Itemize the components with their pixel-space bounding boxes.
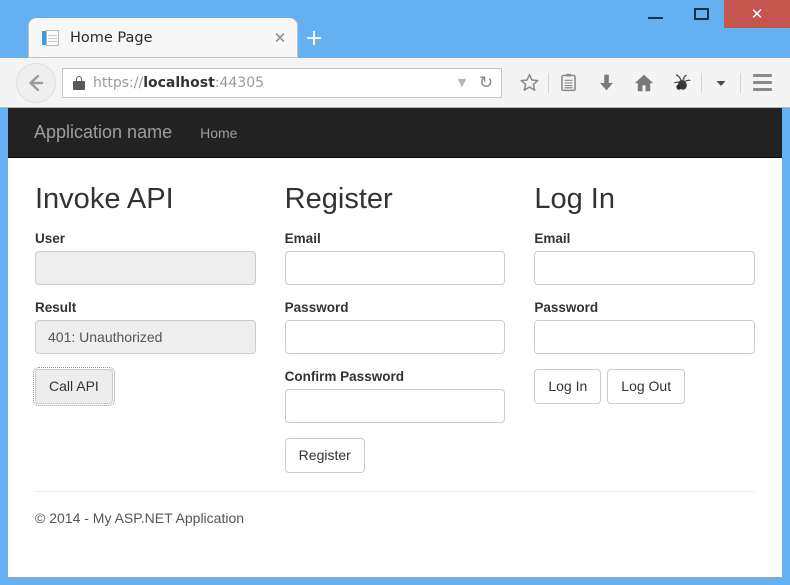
column-register: Register Email Password Confirm Password Reg… — [284, 172, 506, 474]
navbar-brand[interactable]: Application name — [34, 122, 172, 143]
url-port: :44305 — [214, 74, 265, 91]
log-out-button[interactable]: Log Out — [607, 368, 686, 405]
address-bar-url: https://localhost:44305 — [93, 75, 451, 91]
heading-log-in: Log In — [534, 183, 615, 215]
browser-toolbar-icons — [510, 67, 789, 99]
label-login-email: Email — [534, 230, 571, 246]
tab-title: Home Page — [70, 30, 153, 46]
label-register-email: Email — [284, 230, 321, 246]
page-container: Invoke API User Result Call API Register Emai… — [8, 158, 782, 526]
footer-copyright: © 2014 - My ASP.NET Application — [35, 510, 245, 527]
page-favicon-icon — [42, 29, 60, 47]
log-in-button[interactable]: Log In — [534, 368, 602, 405]
label-result: Result — [35, 299, 77, 315]
column-invoke-api: Invoke API User Result Call API — [33, 172, 256, 473]
tab-close-icon[interactable]: ✕ — [270, 28, 290, 48]
lock-icon — [73, 75, 85, 90]
label-user: User — [35, 230, 66, 246]
column-log-in: Log In Email Password Log In Log Out — [534, 172, 756, 473]
reload-icon[interactable]: ↻ — [473, 73, 499, 93]
downloads-icon[interactable] — [587, 67, 625, 99]
input-register-email[interactable] — [284, 250, 506, 285]
call-api-button[interactable]: Call API — [33, 366, 115, 407]
button-row-log-in: Log In Log Out — [534, 368, 755, 405]
input-login-password[interactable] — [534, 319, 756, 354]
debug-bug-icon[interactable] — [663, 67, 701, 99]
form-columns: Invoke API User Result Call API Register Emai… — [33, 158, 756, 474]
input-result[interactable] — [35, 319, 256, 354]
url-scheme: https:// — [93, 74, 144, 91]
address-bar[interactable]: https://localhost:44305 ▼ ↻ — [62, 67, 502, 98]
home-icon[interactable] — [625, 67, 663, 99]
reading-list-icon[interactable] — [549, 67, 587, 99]
url-host: localhost — [143, 74, 215, 91]
input-register-confirm-password[interactable] — [284, 388, 506, 423]
back-button-icon[interactable] — [16, 62, 56, 103]
browser-nav-toolbar: https://localhost:44305 ▼ ↻ — [0, 58, 790, 108]
browser-window: ✕ Home Page ✕ + https://localhost:44305 … — [0, 0, 790, 585]
new-tab-button[interactable]: + — [300, 26, 328, 54]
button-row-register: Register — [284, 437, 506, 474]
overflow-chevron-icon[interactable] — [702, 67, 740, 99]
bookmark-star-icon[interactable] — [510, 67, 548, 99]
heading-register: Register — [284, 183, 393, 215]
hamburger-menu-icon[interactable] — [745, 67, 779, 99]
button-row-invoke-api: Call API — [33, 366, 256, 407]
page-viewport: Application name Home Invoke API User Resu… — [8, 108, 782, 577]
label-register-password: Password — [284, 299, 349, 315]
input-login-email[interactable] — [534, 250, 756, 285]
browser-tab-home-page[interactable]: Home Page ✕ — [28, 18, 298, 58]
label-login-password: Password — [534, 299, 599, 315]
register-button[interactable]: Register — [284, 437, 365, 474]
navbar-link-home[interactable]: Home — [200, 125, 237, 141]
tab-strip: Home Page ✕ + — [0, 18, 790, 58]
app-navbar: Application name Home — [8, 108, 782, 158]
input-user[interactable] — [35, 250, 256, 285]
toolbar-separator — [740, 72, 741, 93]
input-register-password[interactable] — [284, 319, 506, 354]
chevron-down-icon[interactable]: ▼ — [451, 76, 473, 89]
heading-invoke-api: Invoke API — [35, 183, 174, 215]
label-register-confirm-password: Confirm Password — [284, 368, 404, 384]
